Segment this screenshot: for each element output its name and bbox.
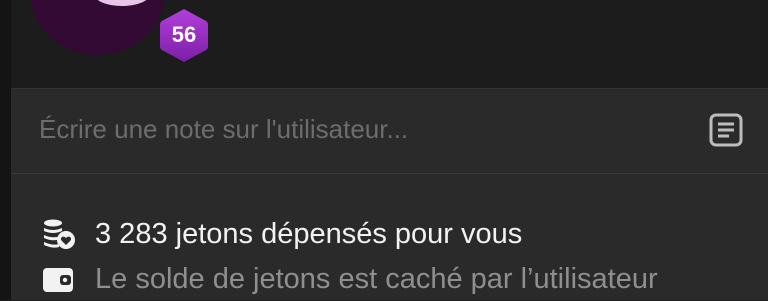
level-badge: 56 xyxy=(155,6,213,64)
note-input[interactable] xyxy=(39,111,659,147)
wallet-icon xyxy=(43,268,73,292)
note-field-row[interactable] xyxy=(11,88,768,175)
token-stats: 3 283 jetons dépensés pour vous Le solde… xyxy=(11,174,768,300)
balance-hidden-text: Le solde de jetons est caché par l’utili… xyxy=(95,263,658,295)
coins-heart-icon xyxy=(44,219,75,249)
tokens-spent-text: 3 283 jetons dépensés pour vous xyxy=(95,218,523,250)
balance-row: Le solde de jetons est caché par l’utili… xyxy=(11,257,768,301)
tokens-spent-row: 3 283 jetons dépensés pour vous xyxy=(11,212,768,256)
side-edge xyxy=(0,0,11,300)
avatar[interactable] xyxy=(30,0,165,55)
profile-header: 56 xyxy=(11,0,768,88)
level-number: 56 xyxy=(171,22,197,47)
notepad-icon[interactable] xyxy=(708,112,744,148)
